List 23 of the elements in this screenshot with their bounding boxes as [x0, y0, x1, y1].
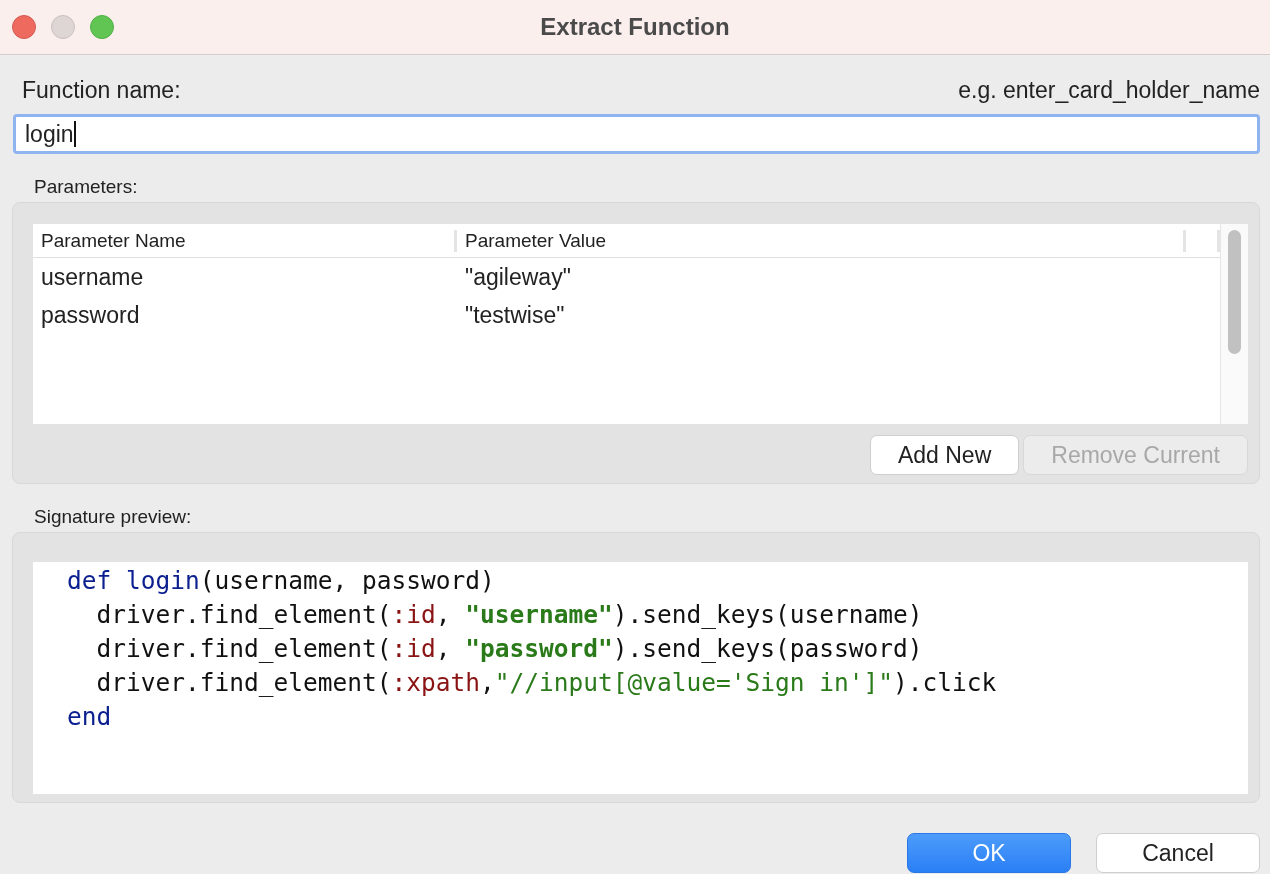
close-icon[interactable]: [12, 15, 36, 39]
column-header[interactable]: Parameter Value: [457, 229, 1186, 252]
zoom-icon[interactable]: [90, 15, 114, 39]
table-cell-text: "testwise": [464, 301, 566, 329]
minimize-icon[interactable]: [51, 15, 75, 39]
function-name-field[interactable]: login: [13, 114, 1260, 154]
section-label: Parameters:: [34, 176, 139, 198]
cancel-button[interactable]: Cancel: [1096, 833, 1260, 873]
code-line: driver.find_element(:id, "password").send_keys(password): [95, 633, 924, 665]
window-title: Extract Function: [540, 13, 730, 41]
add-new-button[interactable]: Add New: [869, 435, 1020, 475]
table-cell-text: password: [40, 301, 141, 329]
code-line: driver.find_element(:id, "username").send_keys(username): [95, 599, 924, 631]
code-line: driver.find_element(:xpath,"//input[@value='Sign in']").click: [95, 667, 998, 699]
code-line: def login(username, password): [67, 565, 496, 597]
hint-text: e.g. enter_card_holder_name: [958, 77, 1260, 104]
code-line: end: [67, 701, 113, 733]
field-label: Function name:: [22, 77, 181, 104]
table-cell-text: "agileway": [464, 263, 572, 291]
scrollbar-thumb[interactable]: [1228, 230, 1241, 354]
section-label: Signature preview:: [34, 506, 193, 528]
table-cell-text: username: [40, 263, 145, 291]
column-header[interactable]: Parameter Name: [33, 229, 457, 252]
